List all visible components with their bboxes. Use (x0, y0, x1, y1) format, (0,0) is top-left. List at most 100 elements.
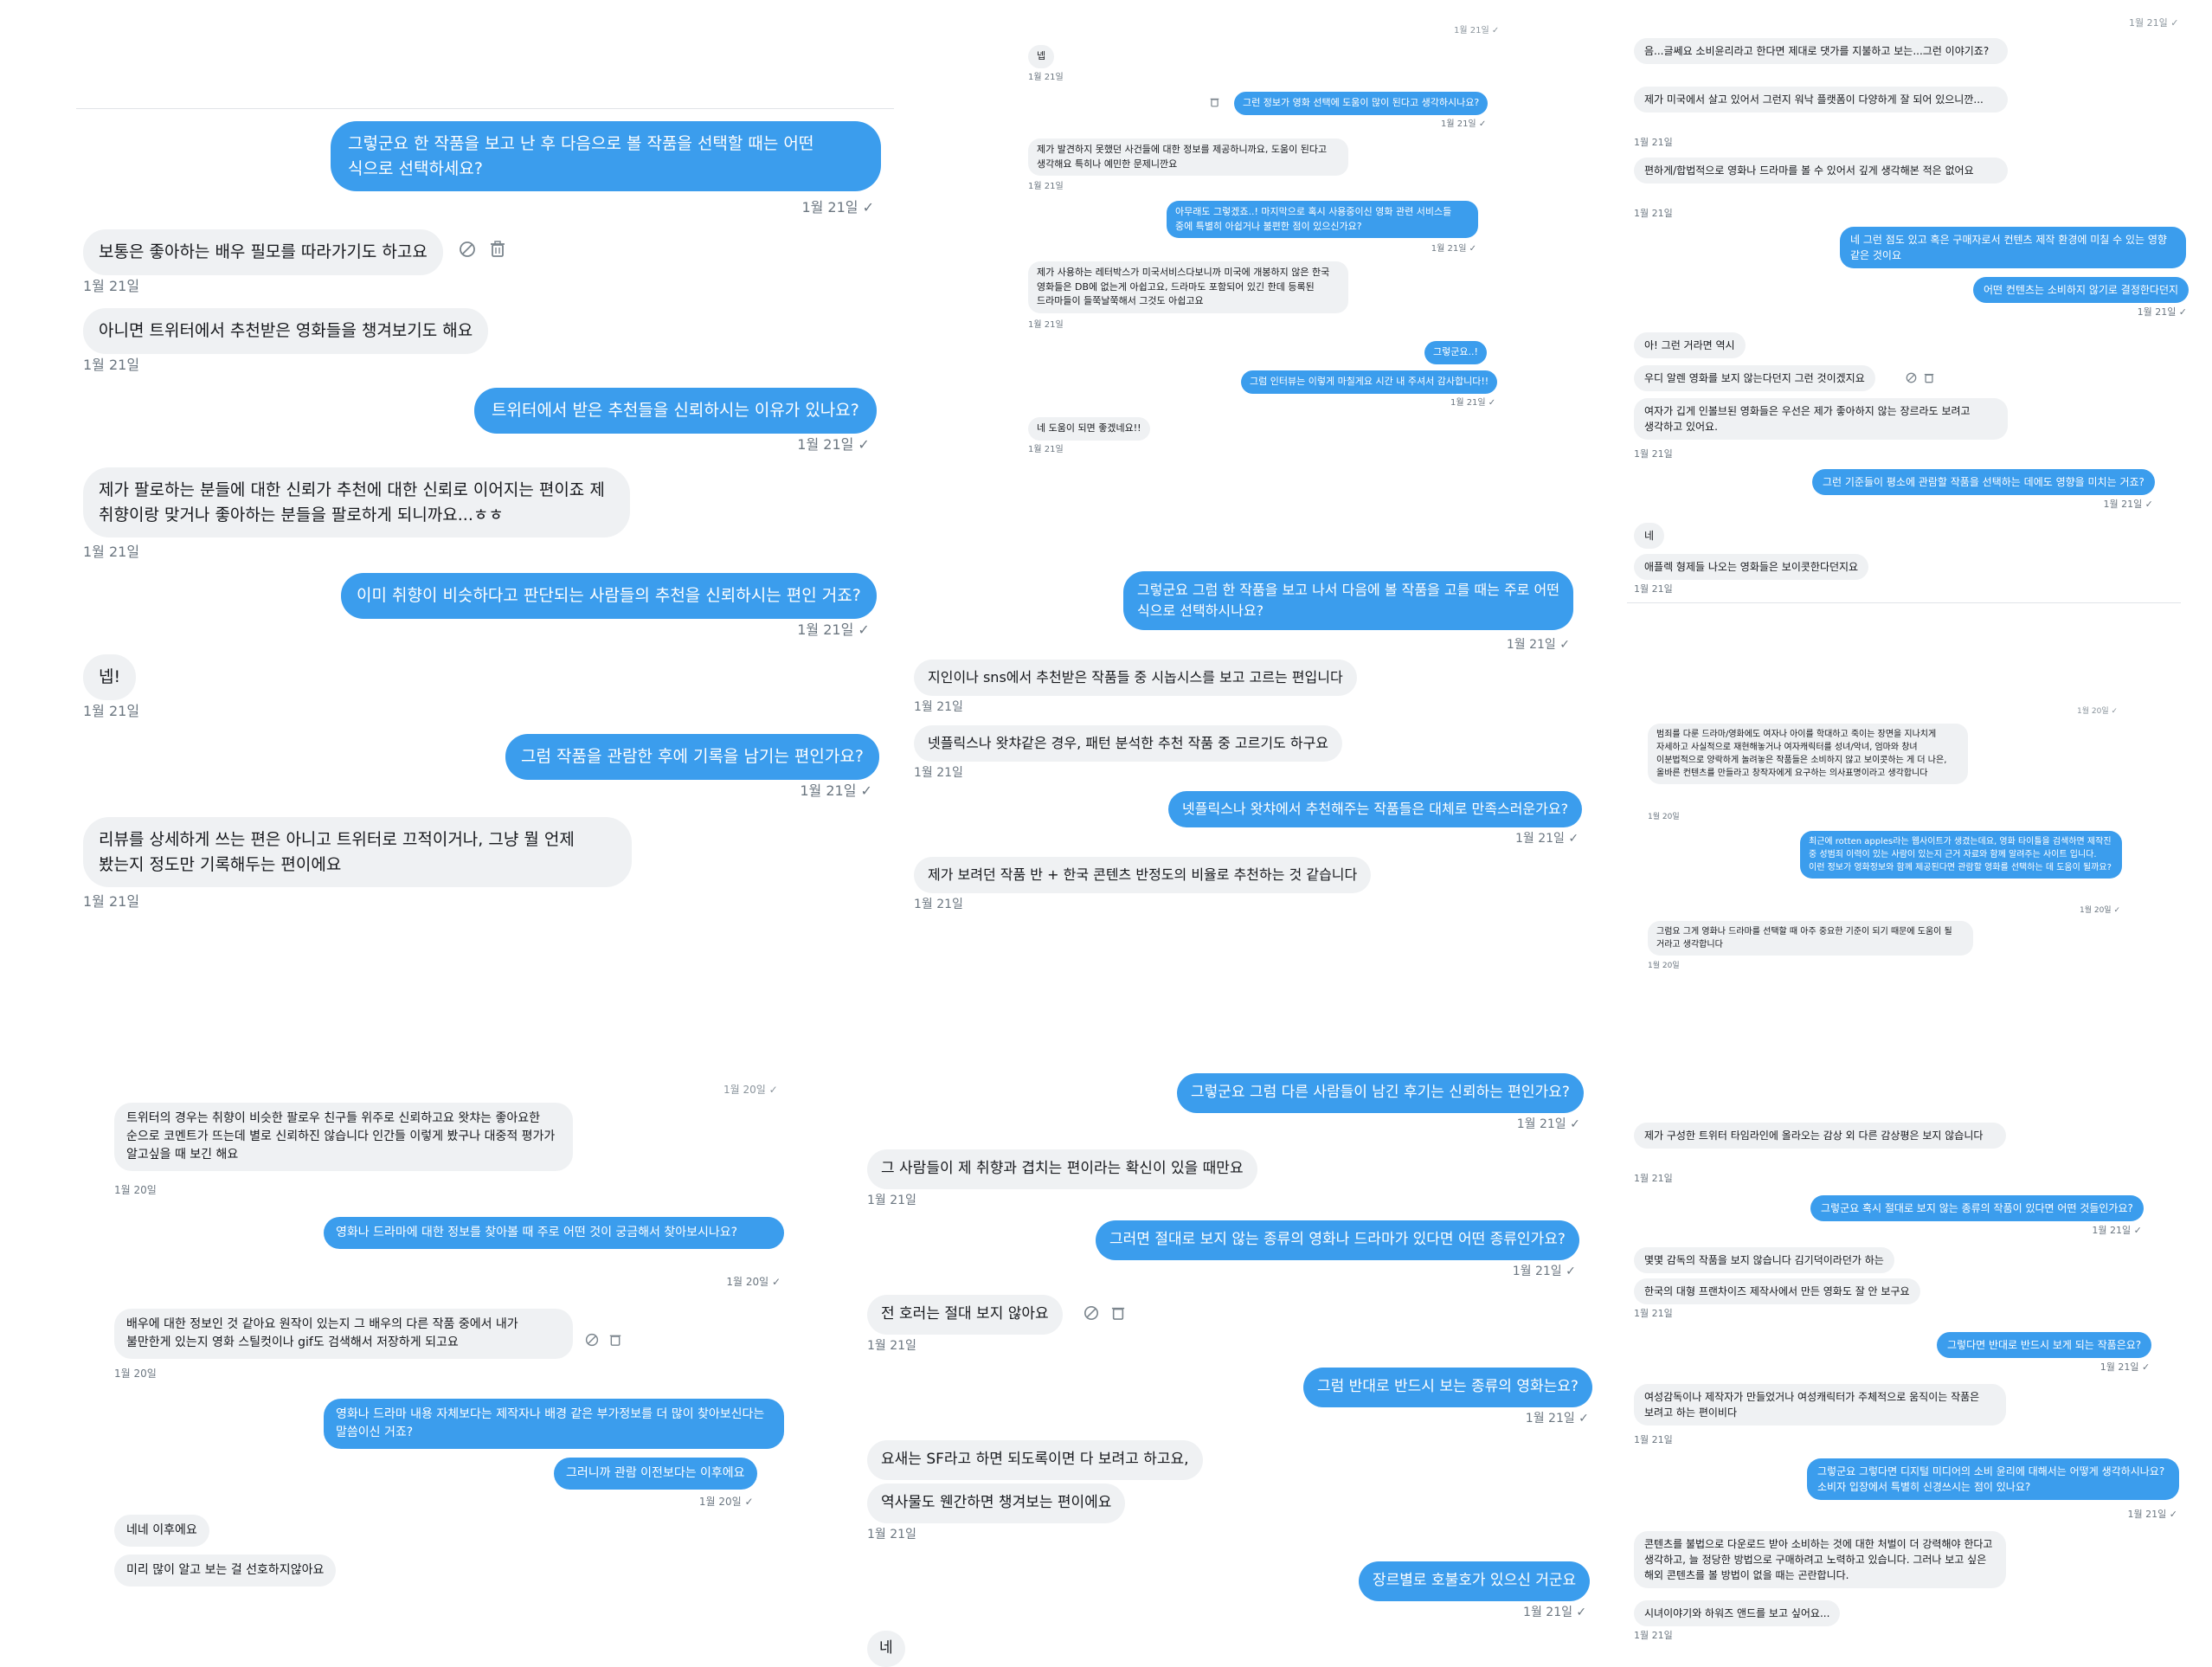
block-icon[interactable] (459, 241, 476, 258)
trash-icon[interactable] (1924, 372, 1934, 383)
message-sent: 그러니까 관람 이전보다는 이후에요 1월 20일 ✓ (554, 1458, 757, 1508)
message-received: 넷플릭스나 왓챠같은 경우, 패턴 분석한 추천 작품 중 고르기도 하구요 1… (914, 725, 1343, 780)
message-timestamp: 1월 21일 (914, 766, 963, 780)
message-received: 몇몇 감독의 작품을 보지 않습니다 김기덕이라던가 하는 (1634, 1247, 1894, 1273)
message-bubble[interactable]: 트위터의 경우는 취향이 비슷한 팔로우 친구들 위주로 신뢰하고요 왓챠는 좋… (114, 1103, 573, 1171)
message-bubble[interactable]: 제가 발견하지 못했던 사건들에 대한 정보를 제공하니까요, 도움이 된다고 … (1028, 138, 1348, 176)
message-bubble[interactable]: 네 (1634, 523, 1665, 549)
message-bubble[interactable]: 여성감독이나 제작자가 만들었거나 여성캐릭터가 주체적으로 움직이는 작품은 … (1634, 1384, 2006, 1426)
message-bubble[interactable]: 보통은 좋아하는 배우 필모를 따라가기도 하고요 (83, 229, 443, 275)
message-timestamp: 1월 21일 ✓ (800, 782, 872, 799)
trash-icon[interactable] (1210, 97, 1219, 107)
message-bubble[interactable]: 콘텐츠를 불법으로 다운로드 받아 소비하는 것에 대한 처벌이 더 강력해야 … (1634, 1531, 2006, 1588)
message-timestamp: 1월 21일 (1634, 1434, 1673, 1445)
message-bubble[interactable]: 제가 팔로하는 분들에 대한 신뢰가 추천에 대한 신뢰로 이어지는 편이죠 제… (83, 467, 630, 537)
message-bubble[interactable]: 어떤 컨텐츠는 소비하지 않기로 결정한다던지 (1973, 277, 2189, 303)
message-bubble[interactable]: 그렇군요 그럼 한 작품을 보고 나서 다음에 볼 작품을 고를 때는 주로 어… (1123, 571, 1573, 630)
block-icon[interactable] (1906, 372, 1917, 383)
trash-icon[interactable] (609, 1333, 621, 1347)
message-bubble[interactable]: 네 (867, 1631, 905, 1667)
message-timestamp: 1월 21일 ✓ (2103, 499, 2153, 510)
message-timestamp: 1월 21일 (1028, 445, 1064, 454)
message-bubble[interactable]: 넵 (1028, 45, 1055, 68)
message-bubble[interactable]: 애플렉 형제들 나오는 영화들은 보이콧한다던지요 (1634, 554, 1869, 580)
block-icon[interactable] (1083, 1305, 1099, 1321)
message-bubble[interactable]: 요새는 SF라고 하면 되도록이면 다 보려고 하고요, (867, 1440, 1203, 1480)
divider (1627, 602, 2181, 603)
message-bubble[interactable]: 한국의 대형 프랜차이즈 제작사에서 만든 영화도 잘 안 보구요 (1634, 1278, 1920, 1304)
message-sent: 영화나 드라마 내용 자체보다는 제작자나 배경 같은 부가정보를 더 많이 찾… (324, 1399, 784, 1449)
message-bubble[interactable]: 그런 기준들이 평소에 관람할 작품을 선택하는 데에도 영향을 미치는 거죠? (1812, 469, 2155, 495)
message-bubble[interactable]: 그렇군요..! (1424, 341, 1487, 364)
message-bubble[interactable]: 네 도움이 되면 좋겠네요!! (1028, 417, 1150, 441)
message-received: 우디 알렌 영화를 보지 않는다던지 그런 것이겠지요 (1634, 365, 1875, 391)
message-sent: 최근에 rotten apples라는 웹사이트가 생겼는데요, 영화 타이틀을… (1800, 831, 2122, 915)
message-bubble[interactable]: 배우에 대한 정보인 것 같아요 원작이 있는지 그 배우의 다른 작품 중에서… (114, 1309, 573, 1359)
message-bubble[interactable]: 영화나 드라마에 대한 정보를 찾아볼 때 주로 어떤 것이 궁금해서 찾아보시… (324, 1217, 784, 1249)
block-icon[interactable] (585, 1333, 599, 1347)
message-bubble[interactable]: 역사물도 웬간하면 챙겨보는 편이에요 (867, 1484, 1126, 1523)
message-bubble[interactable]: 그럼 인터뷰는 이렇게 마칠게요 시간 내 주셔서 감사합니다!! (1241, 370, 1498, 394)
message-bubble[interactable]: 그렇군요 그렇다면 디지털 미디어의 소비 윤리에 대해서는 어떻게 생각하시나… (1807, 1458, 2179, 1500)
message-received: 여성감독이나 제작자가 만들었거나 여성캐릭터가 주체적으로 움직이는 작품은 … (1634, 1384, 2006, 1445)
message-timestamp: 1월 20일 ✓ (2077, 707, 2119, 716)
message-bubble[interactable]: 그럼요 그게 영화나 드라마를 선택할 때 아주 중요한 기준이 되기 때문에 … (1648, 921, 1973, 956)
message-timestamp: 1월 21일 (1634, 583, 1673, 595)
message-bubble[interactable]: 제가 보려던 작품 반 + 한국 콘텐츠 반정도의 비율로 추천하는 것 같습니… (914, 857, 1372, 893)
message-timestamp: 1월 20일 (1648, 813, 1680, 821)
message-bubble[interactable]: 그렇군요 한 작품을 보고 난 후 다음으로 볼 작품을 선택할 때는 어떤 식… (331, 121, 881, 191)
message-timestamp: 1월 21일 ✓ (1523, 1606, 1587, 1619)
chat-panel-8: 제가 구성한 트위터 타임라인에 올라오는 감상 외 다른 감상평은 보지 않습… (1627, 1112, 2189, 1641)
message-timestamp: 1월 21일 (1634, 208, 1673, 219)
message-received: 네 도움이 되면 좋겠네요!! 1월 21일 (1028, 417, 1150, 454)
message-bubble[interactable]: 그렇군요 그럼 다른 사람들이 남긴 후기는 신뢰하는 편인가요? (1177, 1073, 1584, 1113)
message-bubble[interactable]: 음...글쎄요 소비윤리라고 한다면 제대로 댓가를 지불하고 보는...그런 … (1634, 38, 2008, 64)
message-bubble[interactable]: 제가 미국에서 살고 있어서 그런지 워낙 플랫폼이 다양하게 잘 되어 있으니… (1634, 87, 2008, 113)
message-timestamp: 1월 21일 ✓ (797, 621, 870, 638)
message-bubble[interactable]: 그러니까 관람 이전보다는 이후에요 (554, 1458, 757, 1490)
message-bubble[interactable]: 장르별로 호불호가 있으신 거군요 (1359, 1561, 1591, 1601)
message-bubble[interactable]: 리뷰를 상세하게 쓰는 편은 아니고 트위터로 끄적이거나, 그냥 뭘 언제 봤… (83, 817, 632, 887)
message-bubble[interactable]: 아무래도 그렇겠죠..! 마지막으로 혹시 사용중이신 영화 관련 서비스들 중… (1167, 201, 1478, 238)
message-bubble[interactable]: 그럼 작품을 관람한 후에 기록을 남기는 편인가요? (505, 734, 879, 780)
message-bubble[interactable]: 미리 많이 알고 보는 걸 선호하지않아요 (114, 1554, 337, 1587)
trash-icon[interactable] (490, 241, 505, 258)
message-bubble[interactable]: 아! 그런 거라면 역시 (1634, 332, 1746, 358)
message-bubble[interactable]: 영화나 드라마 내용 자체보다는 제작자나 배경 같은 부가정보를 더 많이 찾… (324, 1399, 784, 1449)
message-received: 제가 발견하지 못했던 사건들에 대한 정보를 제공하니까요, 도움이 된다고 … (1028, 138, 1357, 191)
message-bubble[interactable]: 네 그런 점도 있고 혹은 구매자로서 컨텐츠 제작 환경에 미칠 수 있는 영… (1840, 227, 2186, 268)
message-sent: 장르별로 호불호가 있으신 거군요 1월 21일 ✓ (1359, 1561, 1591, 1619)
message-bubble[interactable]: 우디 알렌 영화를 보지 않는다던지 그런 것이겠지요 (1634, 365, 1875, 391)
message-bubble[interactable]: 넷플릭스나 왓챠에서 추천해주는 작품들은 대체로 만족스러운가요? (1168, 791, 1583, 827)
message-bubble[interactable]: 그러면 절대로 보지 않는 종류의 영화나 드라마가 있다면 어떤 종류인가요? (1096, 1220, 1579, 1260)
message-bubble[interactable]: 그런 정보가 영화 선택에 도움이 많이 된다고 생각하시나요? (1234, 92, 1489, 115)
trash-icon[interactable] (1111, 1305, 1125, 1321)
message-bubble[interactable]: 넵! (83, 654, 137, 700)
message-timestamp: 1월 20일 ✓ (2079, 906, 2120, 915)
message-received: 네 (867, 1631, 905, 1667)
message-bubble[interactable]: 네네 이후에요 (114, 1515, 209, 1547)
message-bubble[interactable]: 이미 취향이 비슷하다고 판단되는 사람들의 추천을 신뢰하시는 편인 거죠? (341, 573, 877, 619)
message-bubble[interactable]: 범죄를 다룬 드라마/영화에도 여자나 아이를 학대하고 죽이는 장면을 지나치… (1648, 724, 1968, 784)
message-timestamp: 1월 21일 (83, 544, 140, 560)
message-timestamp: 1월 20일 ✓ (726, 1276, 781, 1288)
message-bubble[interactable]: 제가 사용하는 레터박스가 미국서비스다보니까 미국에 개봉하지 않은 한국 영… (1028, 261, 1348, 313)
message-sent: 그런 기준들이 평소에 관람할 작품을 선택하는 데에도 영향을 미치는 거죠?… (1812, 469, 2155, 510)
message-bubble[interactable]: 몇몇 감독의 작품을 보지 않습니다 김기덕이라던가 하는 (1634, 1247, 1894, 1273)
message-bubble[interactable]: 그럼 반대로 반드시 보는 종류의 영화는요? (1303, 1368, 1592, 1407)
message-bubble[interactable]: 트위터에서 받은 추천들을 신뢰하시는 이유가 있나요? (474, 388, 877, 434)
message-bubble[interactable]: 여자가 깁게 인볼브된 영화들은 우선은 제가 좋아하지 않는 장르라도 보려고… (1634, 398, 2008, 440)
message-timestamp: 1월 21일 ✓ (1516, 1117, 1580, 1131)
message-bubble[interactable]: 아니면 트위터에서 추천받은 영화들을 챙겨보기도 해요 (83, 308, 489, 354)
message-bubble[interactable]: 최근에 rotten apples라는 웹사이트가 생겼는데요, 영화 타이틀을… (1800, 831, 2122, 879)
message-bubble[interactable]: 그렇다면 반대로 반드시 보게 되는 작품은요? (1937, 1332, 2152, 1358)
message-received: 역사물도 웬간하면 챙겨보는 편이에요 1월 21일 (867, 1484, 1126, 1541)
message-bubble[interactable]: 그렇군요 혹시 절대로 보지 않는 종류의 작품이 있다면 어떤 것들인가요? (1810, 1195, 2144, 1221)
message-bubble[interactable]: 편하게/합법적으로 영화나 드라마를 볼 수 있어서 깊게 생각해본 적은 없어… (1634, 158, 2008, 183)
message-bubble[interactable]: 그 사람들이 제 취향과 겹치는 편이라는 확신이 있을 때만요 (867, 1149, 1257, 1189)
message-bubble[interactable]: 전 호러는 절대 보지 않아요 (867, 1295, 1063, 1335)
message-bubble[interactable]: 제가 구성한 트위터 타임라인에 올라오는 감상 외 다른 감상평은 보지 않습… (1634, 1123, 2006, 1149)
message-bubble[interactable]: 시녀이야기와 하워즈 앤드를 보고 싶어요... (1634, 1600, 1841, 1626)
message-bubble[interactable]: 지인이나 sns에서 추천받은 작품들 중 시놉시스를 보고 고르는 편입니다 (914, 660, 1357, 696)
message-bubble[interactable]: 넷플릭스나 왓챠같은 경우, 패턴 분석한 추천 작품 중 고르기도 하구요 (914, 725, 1343, 762)
